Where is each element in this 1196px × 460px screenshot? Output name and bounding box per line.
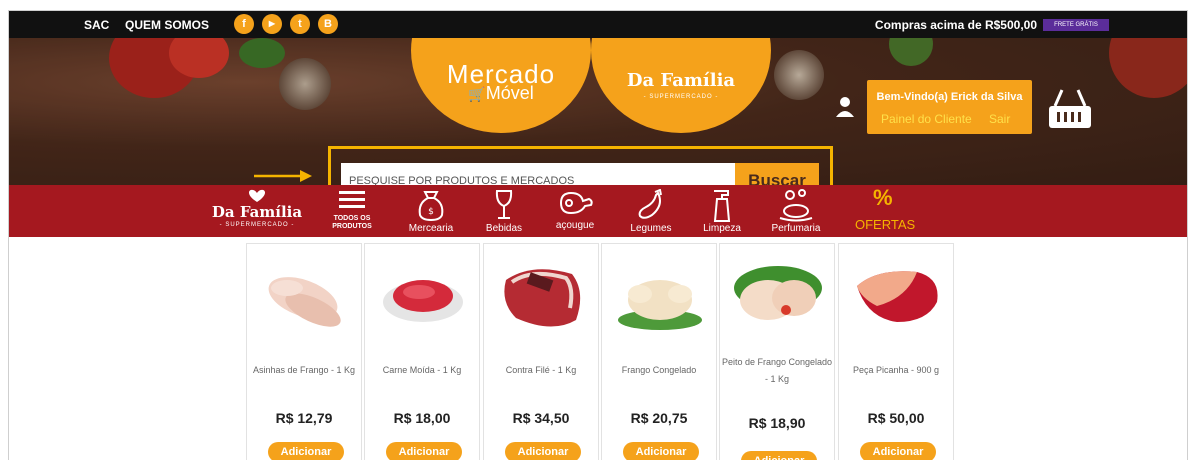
- product-price: R$ 34,50: [512, 410, 570, 426]
- nav-ofertas[interactable]: % OFERTAS: [849, 185, 919, 237]
- search-highlight-box: Buscar: [328, 146, 833, 185]
- nav-legumes[interactable]: Legumes: [623, 185, 679, 237]
- grocery-bag-icon: $: [418, 191, 444, 221]
- limpeza-label: Limpeza: [703, 223, 741, 234]
- product-image: [734, 266, 822, 320]
- product-image: [504, 269, 581, 327]
- eggplant-icon: [638, 189, 662, 219]
- add-to-cart-button[interactable]: Adicionar: [505, 442, 581, 460]
- svg-text:$: $: [428, 207, 434, 217]
- product-price: R$ 12,79: [275, 410, 333, 426]
- spray-bottle-icon: [713, 190, 731, 222]
- nav-mercearia[interactable]: $ Mercearia: [403, 185, 459, 237]
- da-familia-logo: Da Família: [626, 70, 736, 91]
- ofertas-label: OFERTAS: [855, 217, 916, 232]
- logo-heart-icon: [248, 189, 266, 202]
- basket-icon[interactable]: [1045, 86, 1095, 132]
- arrow-icon: [254, 170, 312, 182]
- welcome-box: Bem-Vindo(a) Erick da Silva Painel do Cl…: [867, 80, 1032, 134]
- nav-todos-produtos[interactable]: TODOS OS PRODUTOS: [327, 185, 377, 237]
- welcome-text: Bem-Vindo(a) Erick da Silva: [876, 91, 1023, 103]
- todos-label-2: PRODUTOS: [332, 223, 372, 230]
- free-shipping-promo: Compras acima de R$500,00: [874, 18, 1037, 32]
- sair-link[interactable]: Sair: [989, 112, 1010, 126]
- search-input[interactable]: [341, 163, 735, 185]
- legumes-label: Legumes: [630, 223, 672, 234]
- product-grid: Asinhas de Frango - 1 Kg R$ 12,79 Adicio…: [246, 243, 966, 460]
- product-name: Peça Picanha - 900 g: [852, 365, 940, 375]
- product-price: R$ 18,90: [748, 415, 806, 431]
- mercado-movel-subtitle: 🛒Móvel: [468, 83, 534, 103]
- product-price: R$ 20,75: [630, 410, 688, 426]
- product-image: [383, 280, 463, 322]
- add-to-cart-button[interactable]: Adicionar: [268, 442, 344, 460]
- da-familia-logo-sub: - SUPERMERCADO -: [643, 94, 719, 100]
- nav-brand-name: Da Família: [211, 203, 303, 221]
- product-name: Peito de Frango Congelado - 1 Kg: [721, 357, 833, 384]
- product-image: [618, 280, 702, 330]
- meat-leg-icon: [559, 191, 593, 215]
- painel-cliente-link[interactable]: Painel do Cliente: [881, 112, 972, 126]
- add-to-cart-button[interactable]: Adicionar: [386, 442, 462, 460]
- add-to-cart-button[interactable]: Adicionar: [741, 451, 817, 460]
- product-price: R$ 18,00: [393, 410, 451, 426]
- blogger-icon[interactable]: B: [318, 14, 338, 34]
- add-to-cart-button[interactable]: Adicionar: [860, 442, 936, 460]
- product-card[interactable]: Frango Congelado R$ 20,75 Adicionar: [601, 243, 717, 460]
- product-card[interactable]: Contra Filé - 1 Kg R$ 34,50 Adicionar: [483, 243, 599, 460]
- browser-viewport: SAC QUEM SOMOS f ▶ t B Compras acima de …: [8, 10, 1188, 460]
- nav-limpeza[interactable]: Limpeza: [699, 185, 745, 237]
- nav-brand-logo[interactable]: Da Família - SUPERMERCADO -: [207, 185, 307, 237]
- bebidas-label: Bebidas: [485, 223, 523, 234]
- user-icon: [836, 97, 854, 117]
- wine-glass-icon: [495, 190, 513, 219]
- quem-somos-link[interactable]: QUEM SOMOS: [125, 18, 209, 32]
- free-shipping-badge: FRETE GRÁTIS: [1043, 19, 1109, 31]
- cart-small-icon: 🛒: [468, 86, 486, 102]
- nav-bebidas[interactable]: Bebidas: [479, 185, 529, 237]
- product-name: Carne Moída - 1 Kg: [382, 365, 462, 375]
- perfumaria-label: Perfumaria: [771, 223, 821, 234]
- menu-icon: [339, 191, 365, 208]
- product-card[interactable]: Peça Picanha - 900 g R$ 50,00 Adicionar: [838, 243, 954, 460]
- soap-bubbles-icon: [779, 189, 813, 222]
- twitter-icon[interactable]: t: [290, 14, 310, 34]
- product-card[interactable]: Carne Moída - 1 Kg R$ 18,00 Adicionar: [364, 243, 480, 460]
- acougue-label: açougue: [555, 220, 595, 231]
- category-nav: Da Família - SUPERMERCADO - TODOS OS PRO…: [9, 185, 1187, 237]
- product-name: Frango Congelado: [621, 365, 697, 375]
- search-button[interactable]: Buscar: [735, 163, 819, 185]
- facebook-icon[interactable]: f: [234, 14, 254, 34]
- product-price: R$ 50,00: [867, 410, 925, 426]
- nav-brand-sub: - SUPERMERCADO -: [219, 222, 295, 228]
- percent-icon: %: [873, 185, 893, 210]
- hero-banner: Mercado 🛒Móvel Da Família - SUPERMERCADO…: [9, 38, 1187, 185]
- nav-perfumaria[interactable]: Perfumaria: [763, 185, 829, 237]
- add-to-cart-button[interactable]: Adicionar: [623, 442, 699, 460]
- product-name: Contra Filé - 1 Kg: [505, 365, 577, 375]
- product-image: [857, 271, 938, 322]
- product-card[interactable]: Asinhas de Frango - 1 Kg R$ 12,79 Adicio…: [246, 243, 362, 460]
- nav-acougue[interactable]: açougue: [547, 185, 603, 237]
- mercearia-label: Mercearia: [408, 223, 454, 234]
- sac-link[interactable]: SAC: [84, 18, 109, 32]
- product-name: Asinhas de Frango - 1 Kg: [252, 365, 356, 375]
- product-card[interactable]: Peito de Frango Congelado - 1 Kg R$ 18,9…: [719, 243, 835, 460]
- top-bar: SAC QUEM SOMOS f ▶ t B Compras acima de …: [9, 11, 1187, 38]
- todos-label-1: TODOS OS: [333, 215, 371, 222]
- product-image: [268, 277, 341, 327]
- youtube-icon[interactable]: ▶: [262, 14, 282, 34]
